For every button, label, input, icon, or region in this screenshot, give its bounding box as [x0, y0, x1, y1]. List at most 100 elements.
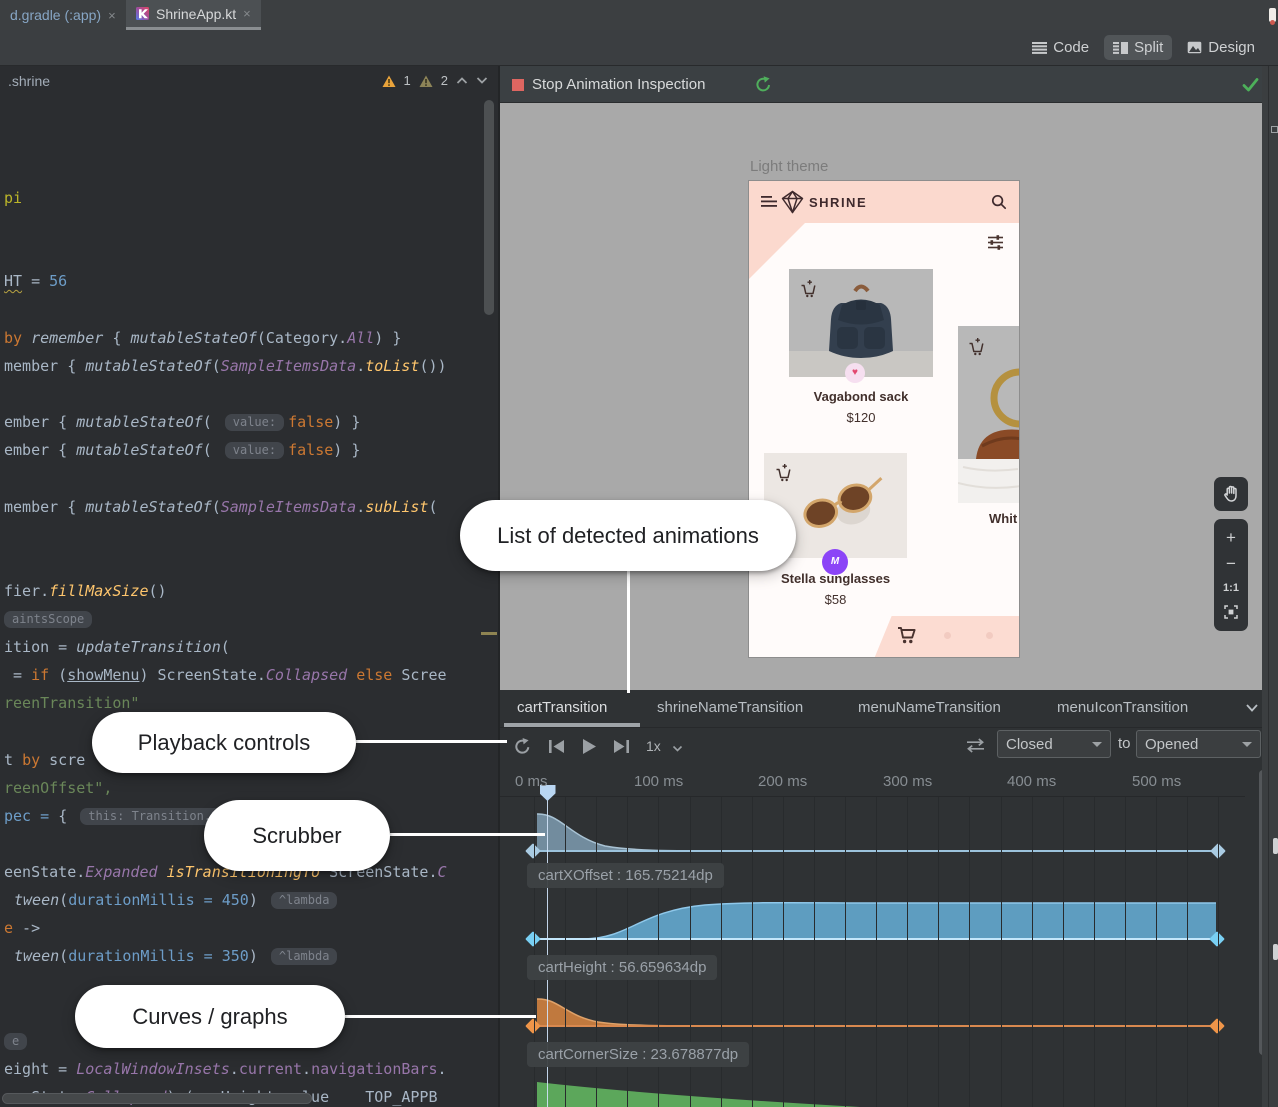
- zoom-actual-size-button[interactable]: 1:1: [1223, 582, 1239, 594]
- tab-label: d.gradle (:app): [10, 7, 101, 23]
- code-segment: pec =: [4, 807, 58, 825]
- product-image-vagabond-sack[interactable]: [789, 269, 933, 377]
- replay-icon[interactable]: [513, 737, 532, 756]
- product-image-white-partial[interactable]: [958, 459, 1020, 503]
- code-segment: e: [4, 919, 13, 937]
- stop-animation-inspection-button[interactable]: Stop Animation Inspection: [532, 76, 705, 93]
- timeline-tick-label: 200 ms: [758, 773, 807, 790]
- code-segment: SampleItemsData: [221, 357, 356, 375]
- product-image-belt-partial[interactable]: [958, 326, 1020, 459]
- playback-speed-select[interactable]: 1x: [646, 738, 661, 754]
- play-icon[interactable]: [581, 738, 597, 755]
- gridline: [1156, 797, 1157, 1107]
- tab-gradle-file[interactable]: d.gradle (:app) ×: [0, 0, 126, 30]
- inlay-hint: value:: [225, 442, 284, 459]
- inlay-hint: value:: [225, 414, 284, 431]
- design-preview-surface[interactable]: Light theme SHRINE: [500, 103, 1262, 690]
- code-segment: tween: [14, 891, 59, 909]
- swap-states-icon[interactable]: [965, 738, 986, 753]
- code-segment: HT: [4, 272, 22, 290]
- code-segment: ember {: [4, 441, 76, 459]
- code-segment: .: [356, 357, 365, 375]
- refresh-icon[interactable]: [754, 75, 773, 94]
- editor-vertical-scrollbar[interactable]: [484, 100, 494, 315]
- shrine-diamond-logo-icon: [781, 190, 804, 214]
- menu-icon[interactable]: [761, 196, 777, 208]
- gridline: [783, 797, 784, 1107]
- timeline-tick-label: 500 ms: [1132, 773, 1181, 790]
- zoom-to-fit-icon[interactable]: [1223, 604, 1239, 620]
- filter-tune-icon[interactable]: [987, 234, 1004, 251]
- add-to-cart-icon[interactable]: [773, 463, 793, 483]
- product-name: Stella sunglasses: [764, 571, 907, 586]
- inlay-hint: ^lambda: [271, 892, 338, 909]
- target-state-select[interactable]: Opened: [1136, 730, 1261, 758]
- bottom-cart-bar[interactable]: [874, 616, 1020, 658]
- code-line: reenOffset",: [4, 778, 112, 798]
- stripe-button-partial[interactable]: [1273, 838, 1278, 854]
- code-editor[interactable]: .shrine 1 2 piHT = 56by remember { mutab…: [0, 66, 500, 1107]
- code-segment: current: [239, 1060, 302, 1078]
- add-to-cart-icon[interactable]: [966, 337, 986, 357]
- code-segment: (: [59, 947, 68, 965]
- anim-tab-cartTransition[interactable]: cartTransition: [517, 699, 607, 716]
- chevron-down-icon[interactable]: [476, 76, 488, 85]
- playback-controls-row: 1x Closed to Opened: [500, 728, 1268, 765]
- code-segment: by: [22, 751, 40, 769]
- code-segment: ) }: [333, 413, 360, 431]
- callout-label: List of detected animations: [497, 523, 759, 549]
- code-mode-button[interactable]: Code: [1023, 35, 1098, 60]
- tool-window-icon[interactable]: [1271, 126, 1278, 133]
- warning-stripe-mark[interactable]: [481, 632, 497, 635]
- curve-cartCornerSize: [537, 999, 750, 1026]
- tab-shrineapp-kt[interactable]: ShrineApp.kt ×: [126, 0, 261, 30]
- code-segment: {: [103, 329, 130, 347]
- chevron-down-icon[interactable]: [1245, 703, 1259, 713]
- curve-cartXOffset: [537, 814, 745, 851]
- timeline-tick-label: 400 ms: [1007, 773, 1056, 790]
- anim-tab-menuNameTransition[interactable]: menuNameTransition: [858, 699, 1001, 716]
- design-mode-button[interactable]: Design: [1178, 35, 1264, 60]
- initial-state-select[interactable]: Closed: [997, 730, 1111, 758]
- split-mode-button[interactable]: Split: [1104, 35, 1172, 60]
- skip-to-end-icon[interactable]: [613, 739, 630, 754]
- android-studio-window: d.gradle (:app) × ShrineApp.kt × Code: [0, 0, 1278, 1107]
- curve-value-label: cartCornerSize : 23.678877dp: [527, 1042, 749, 1067]
- weak-warning-icon[interactable]: [419, 74, 433, 88]
- mode-label: Design: [1208, 39, 1255, 56]
- code-segment: pi: [4, 189, 22, 207]
- pan-tool-button[interactable]: [1214, 477, 1248, 511]
- code-line: member { mutableStateOf(SampleItemsData.…: [4, 497, 438, 517]
- chevron-down-icon[interactable]: [672, 745, 683, 753]
- chevron-down-icon: [1242, 742, 1252, 747]
- code-line: pi: [4, 188, 22, 208]
- anim-tab-menuIconTransition[interactable]: menuIconTransition: [1057, 699, 1188, 716]
- anim-tab-shrineNameTransition[interactable]: shrineNameTransition: [657, 699, 803, 716]
- zoom-in-button[interactable]: +: [1226, 530, 1236, 546]
- cart-icon[interactable]: [896, 624, 918, 646]
- code-segment: mutableStateOf: [85, 357, 211, 375]
- warning-icon[interactable]: [382, 74, 396, 88]
- zoom-out-button[interactable]: −: [1226, 556, 1236, 572]
- code-segment: ) }: [374, 329, 401, 347]
- breadcrumb[interactable]: .shrine: [8, 73, 50, 89]
- code-segment: subList: [365, 498, 428, 516]
- editor-horizontal-scrollbar[interactable]: [2, 1093, 312, 1104]
- code-segment: false: [288, 413, 333, 431]
- preview-theme-label: Light theme: [750, 158, 828, 175]
- code-segment: ): [249, 947, 267, 965]
- code-segment: navigationBars: [311, 1060, 437, 1078]
- tab-label: ShrineApp.kt: [156, 6, 236, 22]
- add-to-cart-icon[interactable]: [798, 279, 818, 299]
- keyframe-diamond-icon: [1209, 1018, 1225, 1034]
- chevron-up-icon[interactable]: [456, 76, 468, 85]
- code-segment: SampleItemsData: [221, 498, 356, 516]
- animation-timeline[interactable]: 0 ms100 ms200 ms300 ms400 ms500 mscartXO…: [500, 765, 1268, 1107]
- code-segment: [22, 329, 31, 347]
- close-icon[interactable]: ×: [243, 6, 251, 21]
- stripe-button-partial[interactable]: [1273, 944, 1278, 960]
- close-icon[interactable]: ×: [108, 8, 116, 23]
- callout-animations-list: List of detected animations: [460, 500, 796, 571]
- skip-to-start-icon[interactable]: [548, 739, 565, 754]
- search-icon[interactable]: [991, 194, 1007, 210]
